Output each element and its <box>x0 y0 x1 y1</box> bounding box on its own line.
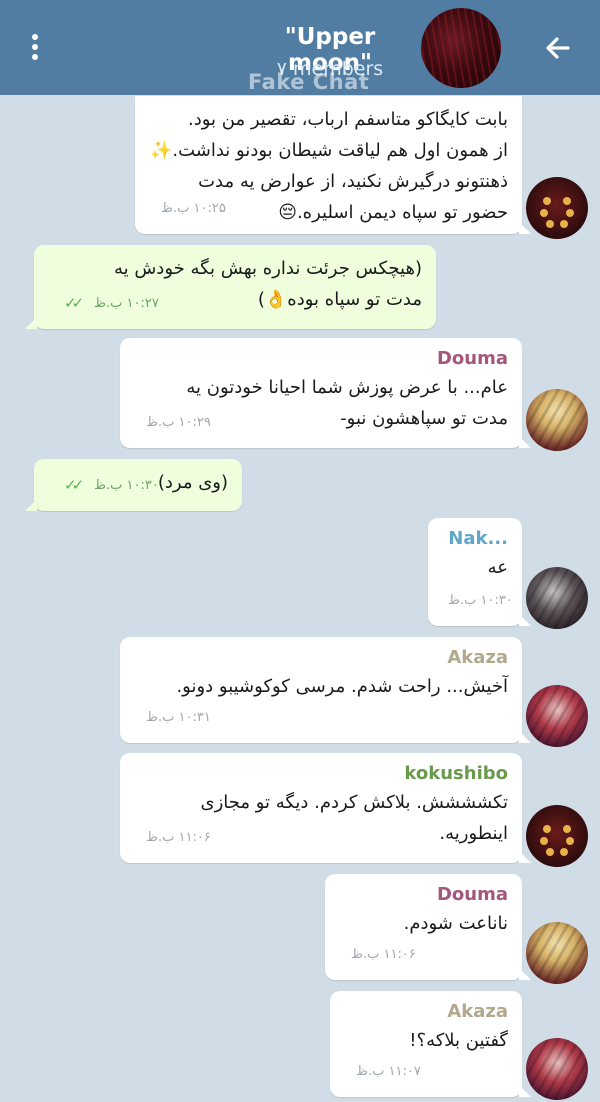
avatar[interactable] <box>526 805 588 867</box>
avatar[interactable] <box>526 922 588 984</box>
sender-name: Douma <box>436 884 508 905</box>
message-bubble[interactable]: (وی مرد) ✓✓ ۱۰:۳۰ ب.ظ <box>25 459 242 511</box>
message-time: ۱۱:۰۶ ب.ظ <box>146 830 211 845</box>
message-time: ۱۰:۳۱ ب.ظ <box>146 710 211 725</box>
read-receipt-icon: ✓✓ <box>64 294 84 312</box>
message-text: عه <box>487 557 508 578</box>
message-text: آخیش... راحت شدم. مرسی کوکوشیبو دونو. <box>176 676 508 697</box>
message-text: گفتین بلاکه؟! <box>409 1030 508 1051</box>
message-time: ۱۰:۲۵ ب.ظ <box>161 201 226 216</box>
sender-name: Akaza <box>447 1001 508 1022</box>
avatar[interactable] <box>526 567 588 629</box>
message-bubble[interactable]: (هیچکس جرئت نداره بهش بگه خودش یه مدت تو… <box>25 245 436 329</box>
message-bubble[interactable]: Douma عام... با عرض پوزش شما احیانا خودت… <box>120 338 531 448</box>
message-bubble[interactable]: Douma ناناعت شودم. ۱۱:۰۶ ب.ظ <box>325 874 531 980</box>
message-bubble[interactable]: بابت کایگاکو متاسفم ارباب، تقصیر من بود.… <box>135 96 531 234</box>
sender-name: Nak... <box>448 528 508 549</box>
message-time: ۱۰:۳۰ ب.ظ <box>448 593 513 608</box>
message-time: ۱۰:۲۷ ب.ظ <box>94 296 159 311</box>
sender-name: kokushibo <box>404 763 508 784</box>
avatar[interactable] <box>526 1038 588 1100</box>
message-time: ۱۰:۳۰ ب.ظ <box>94 478 159 493</box>
message-bubble[interactable]: Akaza آخیش... راحت شدم. مرسی کوکوشیبو دو… <box>120 637 531 743</box>
group-avatar[interactable] <box>421 8 501 88</box>
chat-header: "Upper moon" ۷ members Fake Chat <box>0 0 600 95</box>
message-bubble[interactable]: kokushibo تکشششش. بلاکش کردم. دیگه تو مج… <box>120 753 531 863</box>
read-receipt-icon: ✓✓ <box>64 476 84 494</box>
message-bubble[interactable]: Nak... عه ۱۰:۳۰ ب.ظ <box>428 518 531 626</box>
sender-name: Akaza <box>447 647 508 668</box>
more-options-icon[interactable] <box>20 30 50 66</box>
sender-name: Douma <box>436 348 508 369</box>
avatar[interactable] <box>526 389 588 451</box>
message-bubble[interactable]: Akaza گفتین بلاکه؟! ۱۱:۰۷ ب.ظ <box>330 991 531 1097</box>
message-time: ۱۱:۰۷ ب.ظ <box>356 1064 421 1079</box>
avatar[interactable] <box>526 177 588 239</box>
message-time: ۱۰:۲۹ ب.ظ <box>146 415 211 430</box>
message-time: ۱۱:۰۶ ب.ظ <box>351 947 416 962</box>
watermark: Fake Chat <box>248 70 370 94</box>
avatar[interactable] <box>526 685 588 747</box>
back-arrow-icon[interactable] <box>538 28 578 68</box>
message-text: ناناعت شودم. <box>403 913 508 934</box>
